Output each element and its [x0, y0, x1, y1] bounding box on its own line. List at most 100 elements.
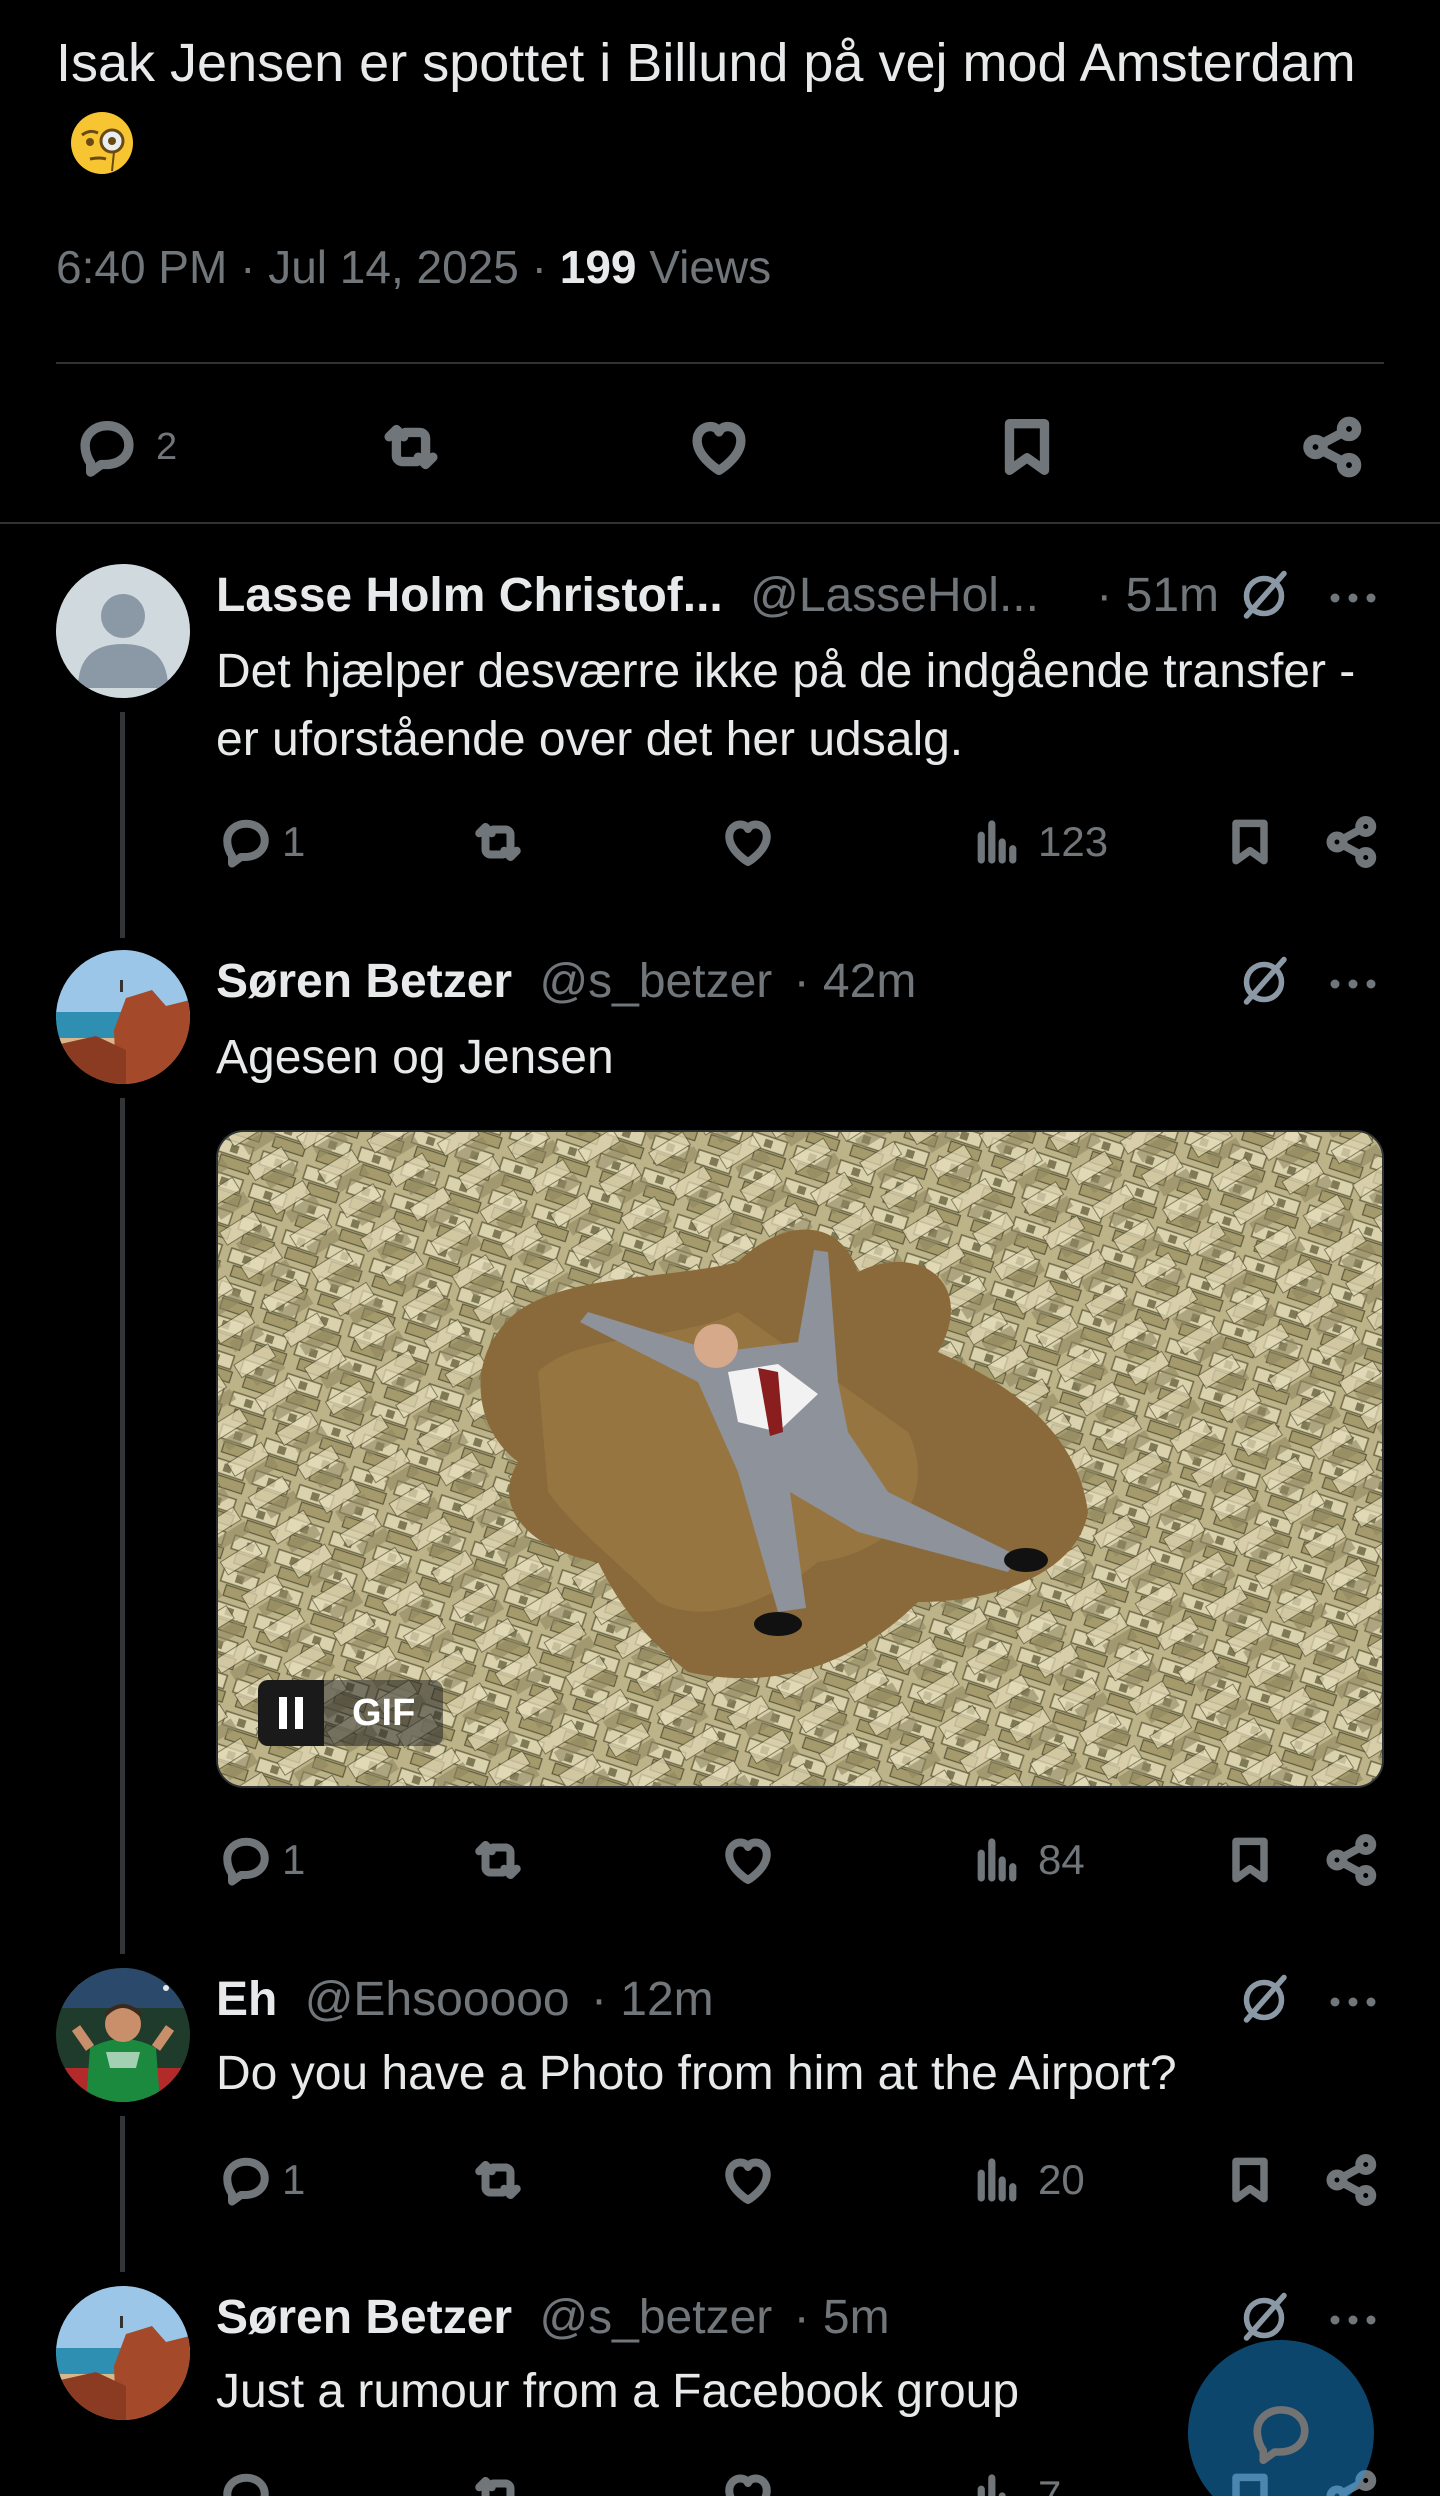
more-options-icon[interactable]: [1326, 2302, 1380, 2338]
pause-icon[interactable]: [258, 1680, 324, 1746]
thread-line: [120, 1098, 125, 1954]
bookmark-button[interactable]: [1222, 812, 1278, 872]
reply-header: Lasse Holm Christof... @LasseHol... · 51…: [216, 568, 1219, 623]
repost-icon: [475, 823, 521, 861]
bookmark-icon: [1004, 419, 1050, 475]
timestamp[interactable]: · 42m: [794, 955, 917, 1008]
views-button[interactable]: 123: [970, 812, 1108, 872]
display-name[interactable]: Eh: [216, 1973, 277, 2026]
avatar-beach[interactable]: [56, 950, 190, 1084]
tweet-time[interactable]: 6:40 PM: [56, 241, 227, 293]
share-button[interactable]: [1298, 412, 1368, 482]
thread-line: [120, 712, 125, 938]
username[interactable]: @s_betzer: [539, 2291, 772, 2344]
share-icon: [1326, 2154, 1377, 2207]
gif-badge[interactable]: GIF: [258, 1680, 444, 1746]
heart-icon: [725, 2474, 771, 2496]
heart-icon: [725, 2158, 771, 2204]
reply-button[interactable]: 1: [216, 1830, 305, 1890]
reply-text: Agesen og Jensen: [216, 1031, 614, 1084]
avatar-footballer[interactable]: [56, 1968, 190, 2102]
more-options-icon[interactable]: [1326, 1984, 1380, 2020]
tweet-text: Isak Jensen er spottet i Billund på vej …: [56, 22, 1356, 186]
heart-icon: [725, 1838, 771, 1884]
bookmark-icon: [1232, 2157, 1268, 2203]
reply-icon: [223, 1837, 269, 1886]
timestamp[interactable]: · 51m: [1096, 569, 1219, 622]
username[interactable]: @Ehsooooo: [305, 1973, 570, 2026]
share-button[interactable]: [1322, 1830, 1382, 1890]
repost-button[interactable]: [374, 412, 448, 482]
reply-text: Det hjælper desværre ikke på de indgåend…: [216, 645, 1356, 766]
like-button[interactable]: [718, 2150, 778, 2210]
bookmark-button[interactable]: [1222, 1830, 1278, 1890]
like-button[interactable]: [718, 812, 778, 872]
display-name[interactable]: Søren Betzer: [216, 955, 512, 1008]
tweet-date[interactable]: Jul 14, 2025: [268, 241, 519, 293]
display-name[interactable]: Søren Betzer: [216, 2291, 512, 2344]
bookmark-button[interactable]: [1222, 2150, 1278, 2210]
repost-icon: [475, 2477, 515, 2496]
share-button[interactable]: [1322, 812, 1382, 872]
views-button[interactable]: 84: [970, 1830, 1085, 1890]
grok-icon[interactable]: [1234, 566, 1294, 626]
footballer-photo: [56, 1968, 190, 2102]
gif-media[interactable]: GIF: [216, 1130, 1384, 1788]
repost-icon: [475, 2161, 521, 2199]
views-button[interactable]: 20: [970, 2150, 1085, 2210]
repost-icon: [384, 424, 438, 470]
more-options-icon[interactable]: [1326, 966, 1380, 1002]
grok-icon[interactable]: [1234, 952, 1294, 1012]
reply-button[interactable]: [216, 2466, 276, 2496]
username[interactable]: @LasseHol...: [750, 569, 1039, 622]
analytics-icon: [977, 1838, 1017, 1882]
username[interactable]: @s_betzer: [539, 955, 772, 1008]
gif-label: GIF: [324, 1680, 444, 1746]
repost-button[interactable]: [466, 2466, 530, 2496]
bookmark-icon: [1232, 1837, 1268, 1883]
bookmark-icon: [1232, 819, 1268, 865]
default-user-icon: [78, 594, 168, 688]
reply-count: 2: [156, 425, 178, 468]
avatar-default[interactable]: [56, 564, 190, 698]
bookmark-button[interactable]: [992, 412, 1062, 482]
like-button[interactable]: [718, 2466, 778, 2496]
display-name[interactable]: Lasse Holm Christof...: [216, 569, 723, 622]
heart-icon: [692, 421, 746, 475]
divider: [56, 362, 1384, 364]
reply-button[interactable]: 1: [216, 2150, 305, 2210]
repost-icon: [475, 1841, 521, 1879]
reply-icon: [223, 2157, 269, 2206]
reply-header: Eh @Ehsooooo · 12m: [216, 1972, 714, 2027]
timestamp[interactable]: · 5m: [794, 2291, 890, 2344]
like-button[interactable]: [684, 412, 754, 482]
repost-button[interactable]: [466, 1830, 530, 1890]
share-button[interactable]: [1322, 2150, 1382, 2210]
reply-button[interactable]: 2: [72, 412, 177, 482]
reply-text: Do you have a Photo from him at the Airp…: [216, 2047, 1177, 2100]
heart-icon: [725, 820, 771, 866]
reply-bubble-icon: [1253, 2406, 1309, 2465]
more-options-icon[interactable]: [1326, 580, 1380, 616]
avatar-beach[interactable]: [56, 2286, 190, 2420]
reply-count: 1: [282, 818, 306, 865]
reply-button[interactable]: 1: [216, 812, 305, 872]
reply-icon: [80, 421, 134, 477]
beach-cliff-photo: [56, 2286, 190, 2420]
repost-button[interactable]: [466, 812, 530, 872]
grok-icon[interactable]: [1234, 1970, 1294, 2030]
share-icon: [1326, 1834, 1377, 1887]
analytics-icon: [977, 820, 1017, 864]
reply-count: 1: [282, 2156, 306, 2203]
views-button[interactable]: 7: [970, 2466, 1061, 2496]
repost-button[interactable]: [466, 2150, 530, 2210]
analytics-icon: [977, 2158, 1017, 2202]
face-with-monocle-icon: [71, 112, 133, 174]
like-button[interactable]: [718, 1830, 778, 1890]
reply-header: Søren Betzer @s_betzer · 42m: [216, 954, 916, 1009]
analytics-icon: [977, 2474, 1006, 2496]
reply-icon: [223, 2473, 269, 2496]
reply-header: Søren Betzer @s_betzer · 5m: [216, 2290, 890, 2345]
grok-icon[interactable]: [1234, 2288, 1294, 2348]
timestamp[interactable]: · 12m: [591, 1973, 714, 2026]
